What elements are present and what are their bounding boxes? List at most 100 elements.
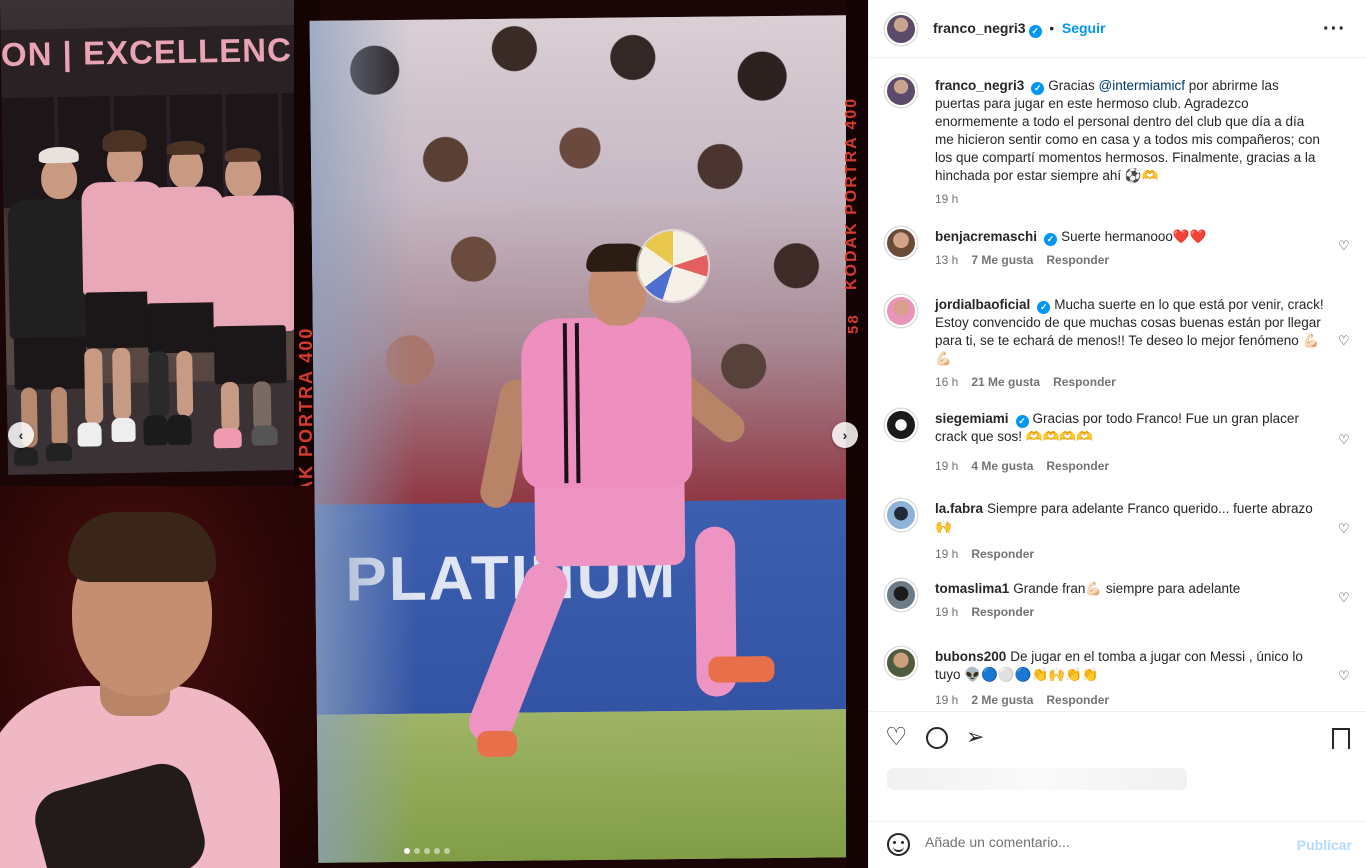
- share-paper-plane-icon[interactable]: ➢: [966, 724, 984, 750]
- comment-meta: 19 h Responder: [935, 605, 1047, 619]
- comment-like-heart-icon[interactable]: ♡: [1338, 590, 1351, 605]
- likes-summary-placeholder: [887, 768, 1187, 790]
- publish-button[interactable]: Publicar: [1297, 837, 1352, 853]
- caption-body: franco_negri3 ✓ Gracias @intermiamicf por …: [935, 77, 1325, 185]
- comment-time[interactable]: 19 h: [935, 605, 958, 619]
- comment-meta: 13 h 7 Me gusta Responder: [935, 253, 1122, 267]
- comment-body: la.fabra Siempre para adelante Franco que…: [935, 500, 1325, 536]
- caption-avatar[interactable]: [885, 75, 917, 107]
- comment-text: Grande fran💪🏻 siempre para adelante: [1013, 581, 1241, 596]
- verified-badge-icon: ✓: [1015, 415, 1029, 428]
- post-caption: franco_negri3 ✓ Gracias @intermiamicf por …: [885, 75, 1353, 215]
- author-username[interactable]: franco_negri3: [933, 20, 1026, 36]
- follow-button[interactable]: Seguir: [1062, 20, 1106, 36]
- comments-scroll[interactable]: franco_negri3 ✓ Gracias @intermiamicf por …: [869, 59, 1366, 711]
- comment-likes[interactable]: 4 Me gusta: [971, 459, 1033, 473]
- post-media[interactable]: ON | EXCELLENC KODAK PORTRA 400 PLATINUM…: [0, 0, 868, 868]
- add-comment-bar: Publicar: [869, 821, 1366, 868]
- verified-badge-icon: ✓: [1028, 25, 1042, 38]
- carousel-next-button[interactable]: ›: [832, 422, 858, 448]
- comment-like-heart-icon[interactable]: ♡: [1338, 333, 1351, 348]
- reply-button[interactable]: Responder: [971, 605, 1034, 619]
- commenter-username[interactable]: siegemiami: [935, 411, 1009, 426]
- commenter-avatar[interactable]: [885, 499, 917, 531]
- carousel-dot: [434, 848, 440, 854]
- comment-item: jordialbaoficial ✓ Mucha suerte en lo que …: [885, 295, 1353, 391]
- blurred-foreground: [309, 19, 419, 863]
- emoji-smiley-icon[interactable]: [887, 833, 910, 856]
- carousel-dot: [414, 848, 420, 854]
- reply-button[interactable]: Responder: [971, 547, 1034, 561]
- commenter-avatar[interactable]: [885, 409, 917, 441]
- comment-meta: 19 h Responder: [935, 547, 1047, 561]
- comment-like-heart-icon[interactable]: ♡: [1338, 432, 1351, 447]
- reply-button[interactable]: Responder: [1046, 459, 1109, 473]
- player-boot: [477, 730, 518, 758]
- reply-button[interactable]: Responder: [1046, 253, 1109, 267]
- comment-time[interactable]: 16 h: [935, 375, 958, 389]
- comment-meta: 19 h 4 Me gusta Responder: [935, 459, 1122, 473]
- comment-input[interactable]: [925, 834, 1285, 850]
- commenter-avatar[interactable]: [885, 579, 917, 611]
- like-heart-icon[interactable]: ♡: [885, 722, 907, 752]
- comment-item: bubons200 De jugar en el tomba a jugar co…: [885, 647, 1353, 707]
- comment-time[interactable]: 13 h: [935, 253, 958, 267]
- comment-like-heart-icon[interactable]: ♡: [1338, 238, 1351, 253]
- comment-meta: 16 h 21 Me gusta Responder: [935, 375, 1129, 389]
- commenter-username[interactable]: tomaslima1: [935, 581, 1009, 596]
- caption-text-before: Gracias: [1048, 78, 1099, 93]
- comment-like-heart-icon[interactable]: ♡: [1338, 521, 1351, 536]
- commenter-avatar[interactable]: [885, 647, 917, 679]
- comment-likes[interactable]: 2 Me gusta: [971, 693, 1033, 707]
- separator: •: [1049, 21, 1055, 36]
- reply-button[interactable]: Responder: [1046, 693, 1109, 707]
- more-options-icon[interactable]: ···: [1323, 18, 1346, 41]
- comment-time[interactable]: 19 h: [935, 459, 958, 473]
- comment-text: Suerte hermanooo❤️❤️: [1061, 229, 1207, 244]
- chevron-left-icon: ‹: [18, 427, 24, 443]
- author-line: franco_negri3 ✓ • Seguir: [933, 20, 1105, 38]
- soccer-ball: [637, 230, 709, 302]
- save-bookmark-icon[interactable]: [1332, 728, 1350, 749]
- carousel-indicators: [404, 848, 450, 854]
- post-header: franco_negri3 ✓ • Seguir ···: [869, 0, 1366, 58]
- carousel-dot: [424, 848, 430, 854]
- caption-mention-link[interactable]: @intermiamicf: [1099, 78, 1185, 93]
- comment-likes[interactable]: 7 Me gusta: [971, 253, 1033, 267]
- comment-body: jordialbaoficial ✓ Mucha suerte en lo que …: [935, 296, 1325, 368]
- comment-meta: 19 h 2 Me gusta Responder: [935, 693, 1122, 707]
- comment-item: benjacremaschi ✓ Suerte hermanooo❤️❤️ 13 h 7…: [885, 227, 1353, 267]
- carousel-dot: [404, 848, 410, 854]
- player-boot: [708, 656, 775, 683]
- comment-body: benjacremaschi ✓ Suerte hermanooo❤️❤️: [935, 228, 1325, 246]
- caption-username[interactable]: franco_negri3: [935, 78, 1024, 93]
- caption-time[interactable]: 19 h: [935, 192, 958, 206]
- comment-item: siegemiami ✓ Gracias por todo Franco! Fue …: [885, 409, 1353, 479]
- comment-time[interactable]: 19 h: [935, 693, 958, 707]
- verified-badge-icon: ✓: [1037, 301, 1051, 314]
- commenter-username[interactable]: benjacremaschi: [935, 229, 1037, 244]
- locker-room-photo: ON | EXCELLENC: [0, 0, 307, 475]
- comment-time[interactable]: 19 h: [935, 547, 958, 561]
- comment-body: bubons200 De jugar en el tomba a jugar co…: [935, 648, 1325, 684]
- commenter-avatar[interactable]: [885, 227, 917, 259]
- carousel-dot: [444, 848, 450, 854]
- player-jersey: [520, 316, 693, 489]
- comment-like-heart-icon[interactable]: ♡: [1338, 668, 1351, 683]
- film-label-right: KODAK PORTRA 400: [843, 96, 860, 290]
- commenter-username[interactable]: jordialbaoficial: [935, 297, 1030, 312]
- portrait-hair: [68, 512, 216, 582]
- commenter-avatar[interactable]: [885, 295, 917, 327]
- reply-button[interactable]: Responder: [1053, 375, 1116, 389]
- carousel-prev-button[interactable]: ‹: [8, 422, 34, 448]
- comment-likes[interactable]: 21 Me gusta: [971, 375, 1040, 389]
- portrait-photo: [0, 486, 330, 868]
- commenter-username[interactable]: bubons200: [935, 649, 1006, 664]
- verified-badge-icon: ✓: [1044, 233, 1058, 246]
- commenter-username[interactable]: la.fabra: [935, 501, 983, 516]
- comment-bubble-icon[interactable]: [926, 727, 948, 749]
- chevron-right-icon: ›: [842, 427, 848, 443]
- main-action-photo: PLATINUM: [309, 15, 857, 863]
- author-avatar[interactable]: [885, 13, 917, 45]
- caption-text-after: por abrirme las puertas para jugar en es…: [935, 78, 1320, 183]
